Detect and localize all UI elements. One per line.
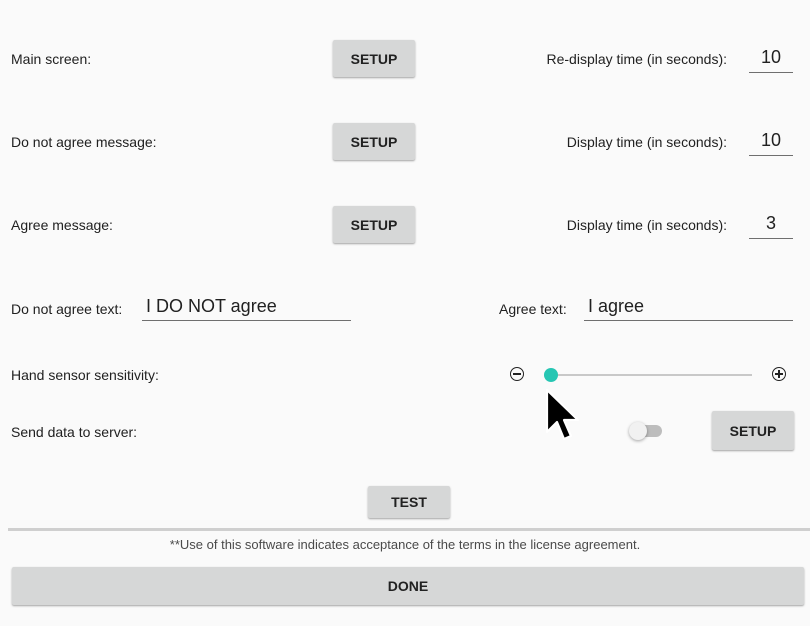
- license-note: **Use of this software indicates accepta…: [169, 537, 641, 552]
- slider-track[interactable]: [544, 374, 752, 376]
- done-button[interactable]: DONE: [12, 567, 804, 605]
- send-data-to-server-label: Send data to server:: [11, 424, 138, 440]
- footer-divider: [8, 528, 810, 531]
- agree-message-time-label: Display time (in seconds):: [566, 217, 727, 233]
- do-not-agree-message-label: Do not agree message:: [11, 134, 157, 150]
- test-button[interactable]: TEST: [368, 486, 450, 518]
- do-not-agree-message-time-label: Display time (in seconds):: [566, 134, 727, 150]
- minus-circle-icon[interactable]: [510, 367, 524, 381]
- main-screen-time-field[interactable]: 10: [749, 44, 793, 73]
- agree-text-label: Agree text:: [499, 301, 567, 317]
- plus-circle-icon[interactable]: [772, 367, 786, 381]
- do-not-agree-message-setup-button[interactable]: SETUP: [333, 123, 415, 160]
- agree-message-time-field[interactable]: 3: [749, 210, 793, 239]
- agree-text-field[interactable]: I agree: [584, 293, 793, 321]
- agree-message-label: Agree message:: [11, 217, 113, 233]
- settings-screen: Main screen: SETUP Re-display time (in s…: [0, 0, 810, 626]
- main-screen-time-label: Re-display time (in seconds):: [546, 51, 727, 67]
- sensitivity-slider[interactable]: [544, 368, 752, 382]
- mouse-pointer-icon: [545, 388, 580, 441]
- toggle-thumb[interactable]: [629, 422, 647, 440]
- main-screen-label: Main screen:: [11, 51, 92, 67]
- do-not-agree-text-label: Do not agree text:: [11, 301, 123, 317]
- do-not-agree-message-time-field[interactable]: 10: [749, 127, 793, 156]
- agree-message-setup-button[interactable]: SETUP: [333, 206, 415, 243]
- hand-sensor-sensitivity-label: Hand sensor sensitivity:: [11, 367, 159, 383]
- do-not-agree-text-field[interactable]: I DO NOT agree: [142, 293, 351, 321]
- send-data-toggle[interactable]: [629, 421, 663, 441]
- server-setup-button[interactable]: SETUP: [712, 411, 794, 450]
- main-screen-setup-button[interactable]: SETUP: [333, 40, 415, 77]
- slider-thumb[interactable]: [544, 368, 558, 382]
